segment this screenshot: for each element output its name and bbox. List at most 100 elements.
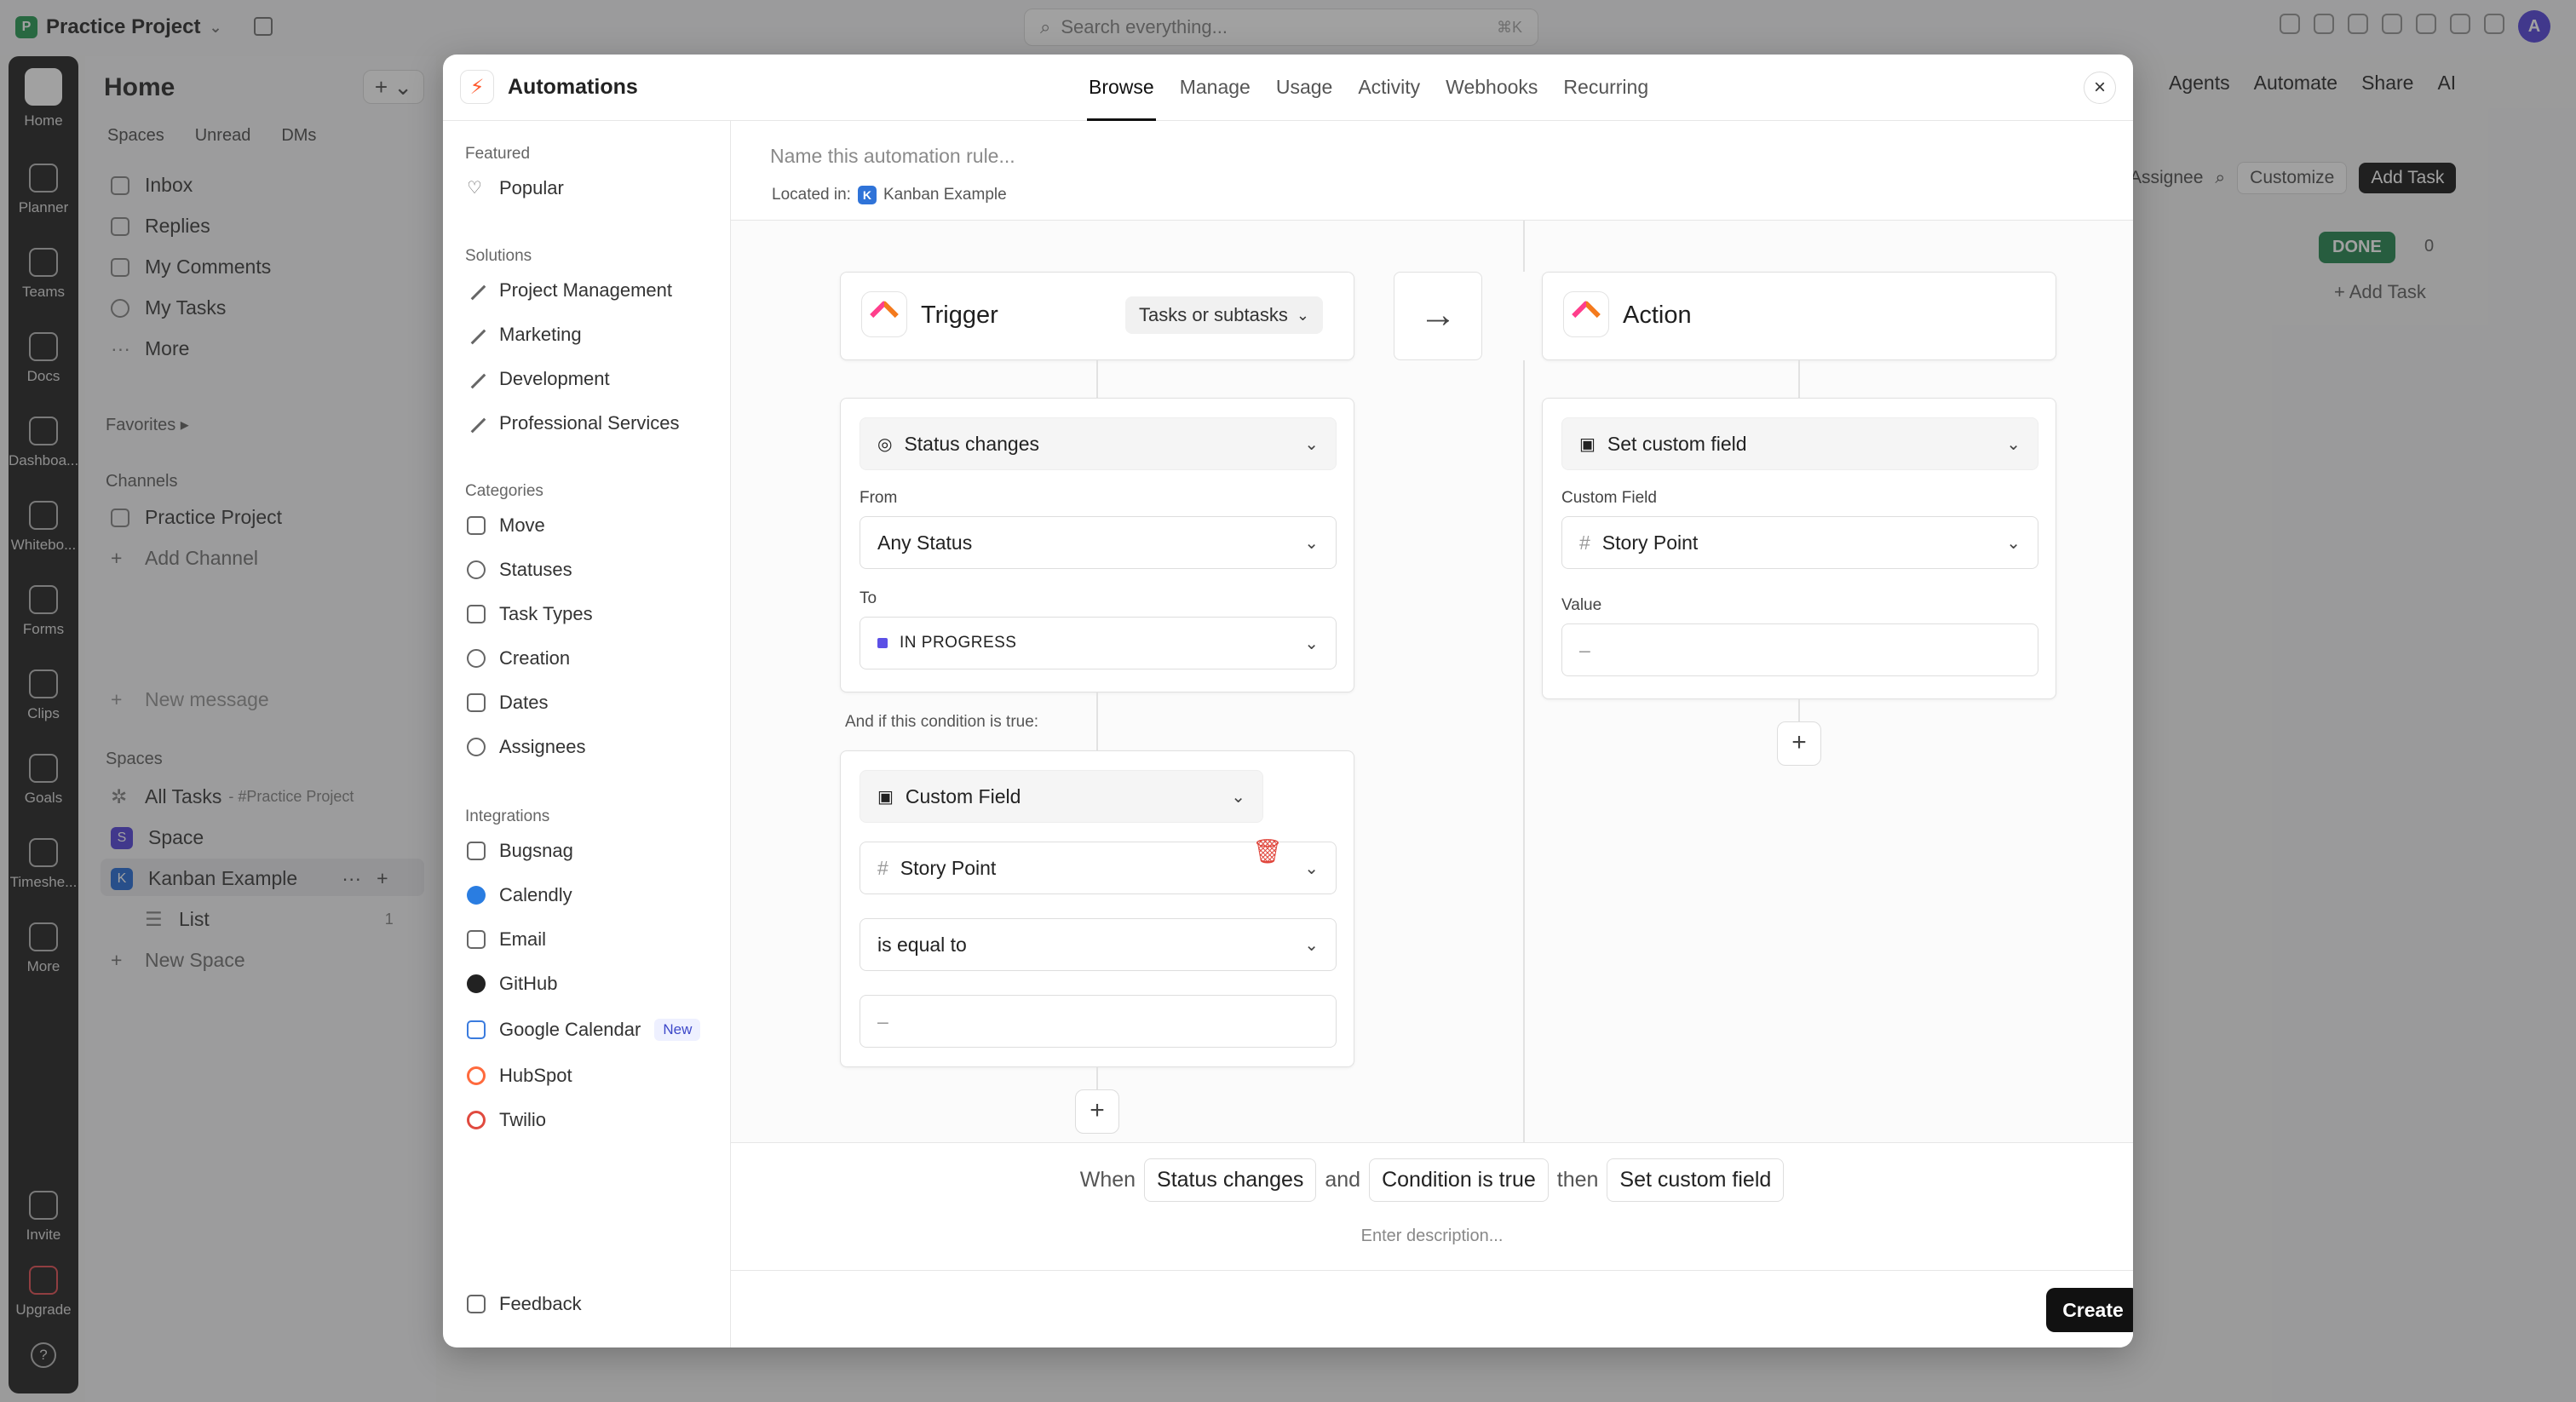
tab-webhooks[interactable]: Webhooks <box>1444 55 1539 121</box>
feedback-icon <box>467 1295 486 1313</box>
summary-action-chip[interactable]: Set custom field <box>1607 1158 1785 1202</box>
trigger-scope-value: Tasks or subtasks <box>1139 304 1288 325</box>
create-button[interactable]: Create <box>2046 1288 2133 1332</box>
nav-item-calendly[interactable]: Calendly <box>467 884 572 906</box>
nav-item-statuses[interactable]: Statuses <box>467 559 572 581</box>
nav-item-hubspot[interactable]: HubSpot <box>467 1065 572 1087</box>
tab-manage[interactable]: Manage <box>1178 55 1252 121</box>
trigger-event-value: Status changes <box>904 432 1040 455</box>
description-input[interactable]: Enter description... <box>731 1227 2133 1246</box>
to-status-value: IN PROGRESS <box>900 634 1017 652</box>
chevron-down-icon: ⌄ <box>1304 434 1319 454</box>
nav-item-creation[interactable]: Creation <box>467 647 570 669</box>
trash-icon[interactable]: 🗑 <box>1252 839 1283 865</box>
chevron-down-icon: ⌄ <box>2006 434 2021 454</box>
nav-item-feedback[interactable]: Feedback <box>467 1293 582 1315</box>
nav-item-marketing[interactable]: Marketing <box>466 324 582 346</box>
location-value: Kanban Example <box>883 186 1007 204</box>
value-label: Value <box>1561 596 1602 614</box>
condition-operator-select[interactable]: is equal to ⌄ <box>860 918 1337 971</box>
nav-item-popular[interactable]: ♡ Popular <box>467 177 564 199</box>
trigger-body-card: ◎ Status changes ⌄ From Any Status ⌄ To … <box>840 398 1354 692</box>
hash-icon: # <box>1579 531 1590 554</box>
condition-type-select[interactable]: ▣ Custom Field ⌄ <box>860 770 1263 823</box>
nav-item-task-types[interactable]: Task Types <box>467 603 593 625</box>
arrow-right-icon: → <box>1394 272 1482 360</box>
nav-item-assignees[interactable]: Assignees <box>467 736 586 758</box>
nav-item-professional-services[interactable]: Professional Services <box>466 412 680 434</box>
automation-nav: Featured ♡ Popular Solutions Project Mana… <box>443 121 731 1347</box>
tab-browse[interactable]: Browse <box>1087 55 1156 121</box>
action-field-select[interactable]: # Story Point ⌄ <box>1561 516 2038 569</box>
condition-label: And if this condition is true: <box>845 713 1039 731</box>
nav-item-label: Development <box>499 368 610 389</box>
action-value-input[interactable]: – <box>1561 623 2038 676</box>
google-calendar-icon <box>467 1020 486 1039</box>
chevron-down-icon: ⌄ <box>1296 306 1309 324</box>
heart-icon: ♡ <box>467 179 482 198</box>
tab-usage[interactable]: Usage <box>1274 55 1334 121</box>
nav-item-label: Twilio <box>499 1109 547 1130</box>
condition-value: – <box>877 1009 888 1032</box>
nav-item-move[interactable]: Move <box>467 514 545 537</box>
hash-icon: # <box>877 856 888 879</box>
github-icon <box>467 974 486 993</box>
close-button[interactable]: × <box>2084 72 2116 104</box>
add-condition-button[interactable]: + <box>1075 1089 1119 1134</box>
action-title: Action <box>1623 302 1692 329</box>
summary-trigger-chip[interactable]: Status changes <box>1144 1158 1317 1202</box>
nav-item-label: Google Calendar <box>499 1019 641 1040</box>
nav-item-project-management[interactable]: Project Management <box>466 279 672 302</box>
trigger-scope-select[interactable]: Tasks or subtasks ⌄ <box>1125 296 1323 334</box>
tab-activity[interactable]: Activity <box>1356 55 1422 121</box>
action-body-card: ▣ Set custom field ⌄ Custom Field # Stor… <box>1542 398 2056 699</box>
nav-item-email[interactable]: Email <box>467 928 546 951</box>
nav-item-label: Task Types <box>499 603 593 624</box>
condition-value-input[interactable]: – <box>860 995 1337 1048</box>
action-field-value: Story Point <box>1601 531 1699 554</box>
modal-footer: Create <box>731 1270 2133 1347</box>
nav-item-label: Feedback <box>499 1293 582 1314</box>
clickup-logo-icon <box>1563 291 1609 337</box>
action-card: Action <box>1542 272 2056 360</box>
wand-icon <box>466 280 486 301</box>
tab-recurring[interactable]: Recurring <box>1561 55 1650 121</box>
connector-line <box>1798 699 1800 721</box>
chevron-down-icon: ⌄ <box>1231 787 1245 807</box>
user-icon <box>467 738 486 756</box>
nav-item-label: Professional Services <box>499 412 680 434</box>
rule-name-input[interactable]: Name this automation rule... <box>770 145 1015 168</box>
custom-field-label: Custom Field <box>1561 489 1657 507</box>
nav-item-label: Email <box>499 928 547 950</box>
summary-condition-chip[interactable]: Condition is true <box>1369 1158 1549 1202</box>
nav-item-bugsnag[interactable]: Bugsnag <box>467 840 573 862</box>
nav-item-twilio[interactable]: Twilio <box>467 1109 546 1131</box>
nav-item-label: Statuses <box>499 559 572 580</box>
nav-item-github[interactable]: GitHub <box>467 973 557 995</box>
status-color-swatch <box>877 638 888 648</box>
location-badge: K <box>857 186 877 204</box>
move-icon <box>467 516 486 535</box>
nav-item-google-calendar[interactable]: Google Calendar New <box>467 1019 701 1041</box>
modal-header: ⚡ Automations Browse Manage Usage Activi… <box>443 55 2133 121</box>
action-type-select[interactable]: ▣ Set custom field ⌄ <box>1561 417 2038 470</box>
modal-tabs: Browse Manage Usage Activity Webhooks Re… <box>1087 55 1650 121</box>
to-status-select[interactable]: IN PROGRESS ⌄ <box>860 617 1337 669</box>
trigger-event-select[interactable]: ◎ Status changes ⌄ <box>860 417 1337 470</box>
edit-field-icon: ▣ <box>877 787 894 807</box>
status-icon: ◎ <box>877 434 893 454</box>
chevron-down-icon: ⌄ <box>2006 533 2021 553</box>
from-status-select[interactable]: Any Status ⌄ <box>860 516 1337 569</box>
connector-line <box>1523 221 1525 272</box>
connector-line <box>1096 1067 1098 1089</box>
location-label: Located in: <box>772 186 851 204</box>
add-action-button[interactable]: + <box>1777 721 1821 766</box>
chevron-down-icon: ⌄ <box>1304 859 1319 878</box>
hubspot-icon <box>467 1066 486 1085</box>
edit-field-icon: ▣ <box>1579 434 1596 454</box>
nav-item-development[interactable]: Development <box>466 368 610 390</box>
location-picker[interactable]: Located in: K Kanban Example <box>772 186 1007 204</box>
mail-icon <box>467 930 486 949</box>
nav-item-dates[interactable]: Dates <box>467 692 548 714</box>
summary-when: When <box>1079 1168 1136 1192</box>
